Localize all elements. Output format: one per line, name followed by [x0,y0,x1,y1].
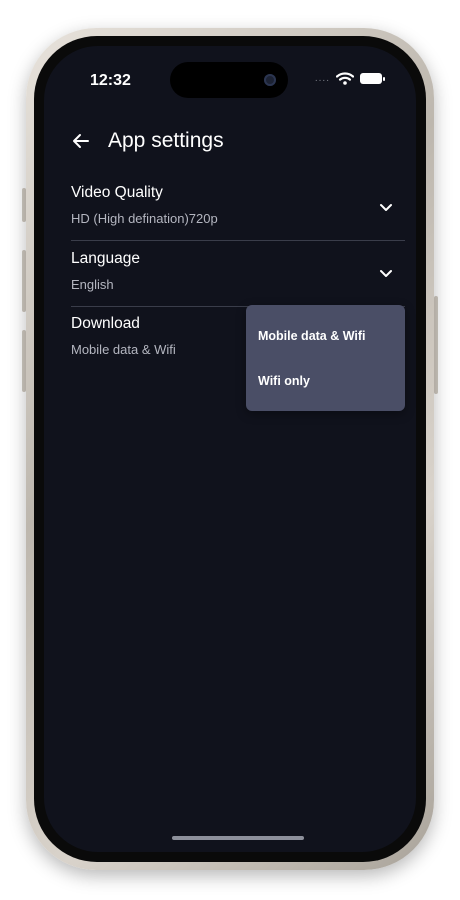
status-bar: 12:32 .... [44,46,416,102]
home-indicator[interactable] [172,836,304,840]
phone-bezel: 12:32 .... App settings Video Quality HD… [34,36,426,862]
dynamic-island [170,62,288,98]
page-title: App settings [108,129,224,152]
battery-icon [360,73,385,84]
setting-value: English [71,277,114,292]
setting-title: Video Quality [71,184,163,201]
device-mockup: 12:32 .... App settings Video Quality HD… [0,0,460,900]
back-button[interactable] [68,128,94,154]
download-dropdown-menu: Mobile data & Wifi Wifi only [246,305,405,411]
status-icons: .... [314,72,385,85]
power-button [434,296,438,394]
phone-frame: 12:32 .... App settings Video Quality HD… [26,28,434,870]
wifi-icon [336,72,354,85]
chevron-down-icon[interactable] [377,198,395,216]
setting-value: Mobile data & Wifi [71,342,176,357]
app-screen: 12:32 .... App settings Video Quality HD… [44,46,416,852]
setting-video-quality[interactable]: Video Quality HD (High defination)720p [71,176,405,241]
dropdown-option-wifi-only[interactable]: Wifi only [258,374,310,388]
app-header: App settings [68,128,224,154]
camera-icon [264,74,276,86]
setting-title: Download [71,315,140,332]
setting-language[interactable]: Language English [71,242,405,307]
signal-icon: .... [314,73,330,84]
chevron-down-icon[interactable] [377,264,395,282]
status-time: 12:32 [90,72,131,89]
setting-value: HD (High defination)720p [71,211,218,226]
setting-title: Language [71,250,140,267]
dropdown-option-mobile-data-wifi[interactable]: Mobile data & Wifi [258,329,366,343]
arrow-left-icon [73,134,89,148]
